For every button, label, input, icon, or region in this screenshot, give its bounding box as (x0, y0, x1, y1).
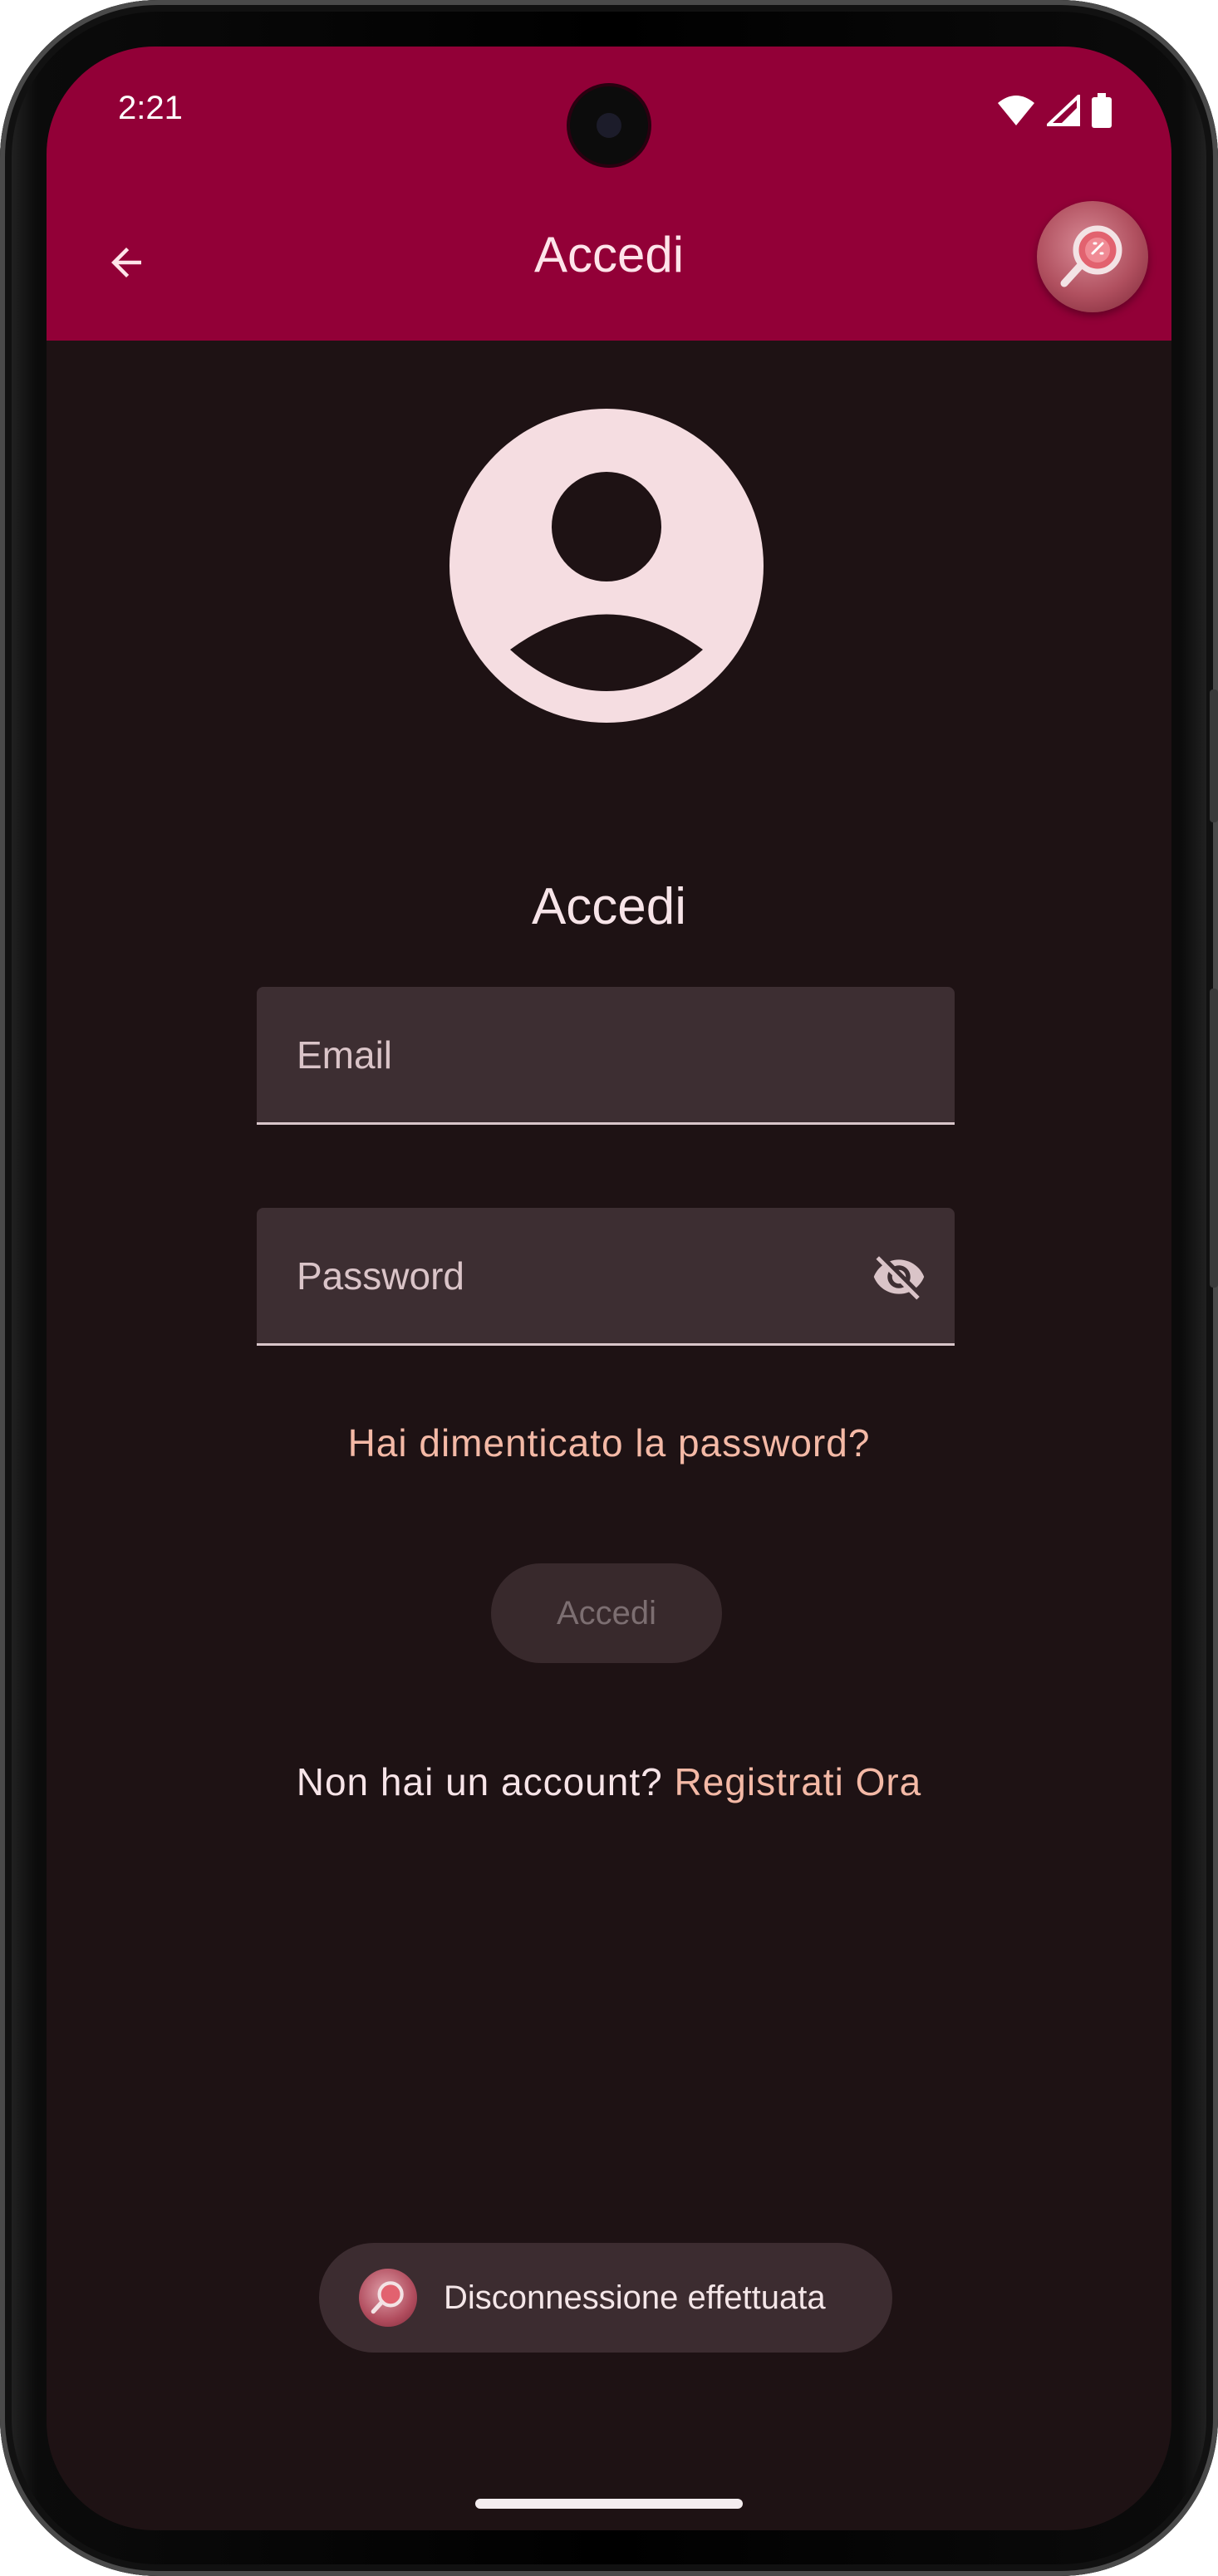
home-indicator[interactable] (475, 2499, 743, 2509)
login-screen: Accedi Hai dimenticato la password? Acce… (47, 47, 1171, 2530)
snackbar-logo (359, 2269, 417, 2327)
password-visibility-toggle[interactable] (870, 1249, 928, 1304)
register-link[interactable]: Registrati Ora (675, 1760, 922, 1803)
magnifier-logo-icon (371, 2281, 404, 2314)
no-account-text: Non hai un account? (296, 1760, 663, 1803)
login-button[interactable]: Accedi (491, 1563, 722, 1663)
screen: 2:21 Accedi Accedi Email Hai dimenticato… (47, 47, 1171, 2530)
register-prompt: Non hai un account? Registrati Ora (47, 1759, 1171, 1804)
password-field[interactable] (257, 1208, 955, 1343)
eye-off-icon (873, 1256, 925, 1300)
forgot-password-link[interactable]: Hai dimenticato la password? (47, 1420, 1171, 1465)
snackbar: Disconnessione effettuata (319, 2243, 892, 2353)
volume-button (1210, 989, 1218, 1288)
account-circle-icon (449, 409, 764, 723)
phone-frame: 2:21 Accedi Accedi Email Hai dimenticato… (0, 0, 1218, 2576)
snackbar-message: Disconnessione effettuata (444, 2279, 826, 2316)
password-field-container (257, 1208, 955, 1346)
login-heading: Accedi (531, 878, 687, 935)
email-field-container (257, 987, 955, 1125)
power-button (1210, 689, 1218, 822)
email-field[interactable] (257, 987, 955, 1122)
